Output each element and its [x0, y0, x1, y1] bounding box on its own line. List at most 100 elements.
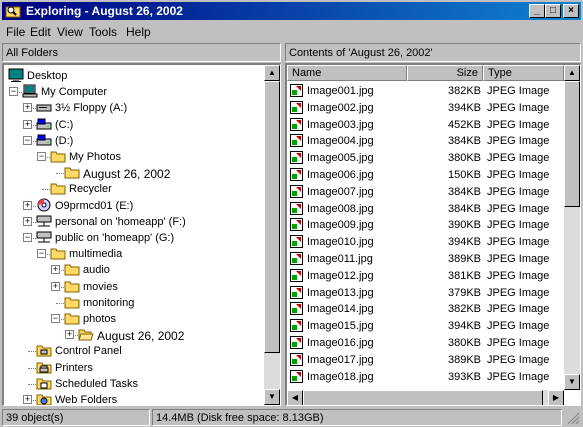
folder-open-icon — [78, 329, 94, 341]
folder-icon — [64, 297, 80, 309]
file-row[interactable]: Image001.jpg 382KB JPEG Image — [287, 83, 563, 99]
tree-item-label: Printers — [55, 361, 93, 374]
file-list[interactable]: Name Size Type Image001.jpg 382KB JPEG Ima… — [285, 63, 581, 406]
tree-item-4[interactable]: + (C:) — [4, 117, 262, 133]
title-bar[interactable]: Exploring - August 26, 2002 _ □ × — [2, 2, 581, 20]
tree-item-20[interactable]: Scheduled Tasks — [4, 376, 262, 392]
expand-icon[interactable]: + — [23, 200, 32, 210]
expand-icon[interactable]: + — [23, 395, 32, 404]
menu-tools[interactable]: Tools — [89, 25, 117, 39]
tree-item-label: Recycler — [69, 183, 112, 196]
file-row[interactable]: Image011.jpg 389KB JPEG Image — [287, 251, 563, 267]
file-name: Image012.jpg — [307, 269, 374, 282]
tree-item-3[interactable]: +3½ Floppy (A:) — [4, 100, 262, 116]
menu-file[interactable]: File — [6, 25, 25, 39]
file-row[interactable]: Image008.jpg 384KB JPEG Image — [287, 201, 563, 217]
tree-item-14[interactable]: + movies — [4, 279, 262, 295]
tree-item-10[interactable]: + personal on 'homeapp' (F:) — [4, 214, 262, 230]
column-size-header[interactable]: Size — [407, 65, 483, 81]
tree-scrollbar[interactable]: ▲ ▼ — [264, 65, 280, 405]
expand-icon[interactable]: + — [65, 330, 74, 340]
scroll-up-arrow-icon[interactable]: ▲ — [264, 65, 280, 81]
file-row[interactable]: Image009.jpg 390KB JPEG Image — [287, 217, 563, 233]
scroll-thumb[interactable] — [303, 390, 543, 405]
tree-item-16[interactable]: − photos — [4, 311, 262, 327]
file-row[interactable]: Image012.jpg 381KB JPEG Image — [287, 268, 563, 284]
tree-item-5[interactable]: − (D:) — [4, 133, 262, 149]
tree-item-11[interactable]: − public on 'homeapp' (G:) — [4, 230, 262, 246]
collapse-icon[interactable]: − — [37, 249, 46, 259]
resize-grip-icon[interactable] — [566, 411, 580, 425]
collapse-icon[interactable]: − — [51, 314, 60, 323]
file-name: Image003.jpg — [307, 118, 374, 131]
tree-item-7[interactable]: August 26, 2002 — [4, 165, 262, 181]
file-row[interactable]: Image003.jpg 452KB JPEG Image — [287, 117, 563, 133]
minimize-button[interactable]: _ — [529, 4, 545, 18]
tree-item-9[interactable]: + O9prmcd01 (E:) — [4, 198, 262, 214]
file-row[interactable]: Image018.jpg 393KB JPEG Image — [287, 369, 563, 385]
close-button[interactable]: × — [563, 4, 579, 18]
tree-item-21[interactable]: + Web Folders — [4, 392, 262, 405]
file-type: JPEG Image — [487, 152, 550, 165]
jpeg-file-icon — [290, 302, 303, 316]
tree-item-17[interactable]: + August 26, 2002 — [4, 327, 262, 343]
tree-item-1[interactable]: Desktop — [4, 68, 262, 84]
window-title: Exploring - August 26, 2002 — [26, 4, 183, 18]
file-row[interactable]: Image006.jpg 150KB JPEG Image — [287, 167, 563, 183]
file-name: Image010.jpg — [307, 236, 374, 249]
collapse-icon[interactable]: − — [9, 87, 18, 97]
tree-item-label: 3½ Floppy (A:) — [55, 102, 128, 115]
tree-item-label: Control Panel — [55, 345, 122, 358]
file-row[interactable]: Image013.jpg 379KB JPEG Image — [287, 285, 563, 301]
file-row[interactable]: Image002.jpg 394KB JPEG Image — [287, 100, 563, 116]
file-name: Image005.jpg — [307, 152, 374, 165]
scroll-thumb[interactable] — [264, 81, 280, 353]
expand-icon[interactable]: + — [23, 216, 32, 226]
scroll-right-arrow-icon[interactable]: ▶ — [548, 390, 564, 405]
menu-view[interactable]: View — [57, 25, 83, 39]
menu-help[interactable]: Help — [126, 25, 151, 39]
tree-item-19[interactable]: Printers — [4, 360, 262, 376]
drive-icon — [36, 118, 52, 130]
tree-item-6[interactable]: − My Photos — [4, 149, 262, 165]
file-row[interactable]: Image010.jpg 394KB JPEG Image — [287, 234, 563, 250]
collapse-icon[interactable]: − — [37, 152, 46, 161]
file-name: Image002.jpg — [307, 101, 374, 114]
file-row[interactable]: Image005.jpg 380KB JPEG Image — [287, 150, 563, 166]
tree-item-13[interactable]: + audio — [4, 262, 262, 278]
file-row[interactable]: Image014.jpg 382KB JPEG Image — [287, 301, 563, 317]
folder-tree[interactable]: Desktop − My Computer +3½ Floppy (A:) + (C:) −… — [2, 63, 281, 406]
file-row[interactable]: Image015.jpg 394KB JPEG Image — [287, 318, 563, 334]
expand-icon[interactable]: + — [51, 281, 60, 291]
column-type-header[interactable]: Type — [483, 65, 564, 81]
column-name-header[interactable]: Name — [287, 65, 407, 81]
tree-item-label: My Photos — [69, 151, 121, 163]
expand-icon[interactable]: + — [23, 119, 32, 129]
file-name: Image001.jpg — [307, 85, 374, 97]
jpeg-file-icon — [290, 319, 303, 333]
expand-icon[interactable]: + — [51, 265, 60, 275]
tree-item-2[interactable]: − My Computer — [4, 84, 262, 100]
scroll-thumb[interactable] — [564, 81, 580, 207]
expand-icon[interactable]: + — [23, 103, 32, 113]
file-row[interactable]: Image007.jpg 384KB JPEG Image — [287, 184, 563, 200]
scroll-up-arrow-icon[interactable]: ▲ — [564, 65, 580, 81]
scroll-left-arrow-icon[interactable]: ◀ — [287, 390, 303, 405]
scroll-down-arrow-icon[interactable]: ▼ — [564, 374, 580, 390]
menu-edit[interactable]: Edit — [30, 25, 51, 39]
file-row[interactable]: Image017.jpg 389KB JPEG Image — [287, 352, 563, 368]
list-horizontal-scrollbar[interactable]: ◀ ▶ — [287, 390, 564, 405]
folder-icon — [64, 264, 80, 276]
list-vertical-scrollbar[interactable]: ▲ ▼ — [564, 65, 580, 390]
maximize-button[interactable]: □ — [545, 4, 561, 18]
scroll-down-arrow-icon[interactable]: ▼ — [264, 389, 280, 405]
file-row[interactable]: Image004.jpg 384KB JPEG Image — [287, 133, 563, 149]
tree-item-18[interactable]: Control Panel — [4, 343, 262, 359]
file-row[interactable]: Image016.jpg 380KB JPEG Image — [287, 335, 563, 351]
tree-item-15[interactable]: monitoring — [4, 295, 262, 311]
collapse-icon[interactable]: − — [23, 233, 32, 242]
collapse-icon[interactable]: − — [23, 135, 32, 145]
tree-item-8[interactable]: Recycler — [4, 181, 262, 197]
tree-item-12[interactable]: − multimedia — [4, 246, 262, 262]
file-size: 389KB — [447, 353, 481, 366]
